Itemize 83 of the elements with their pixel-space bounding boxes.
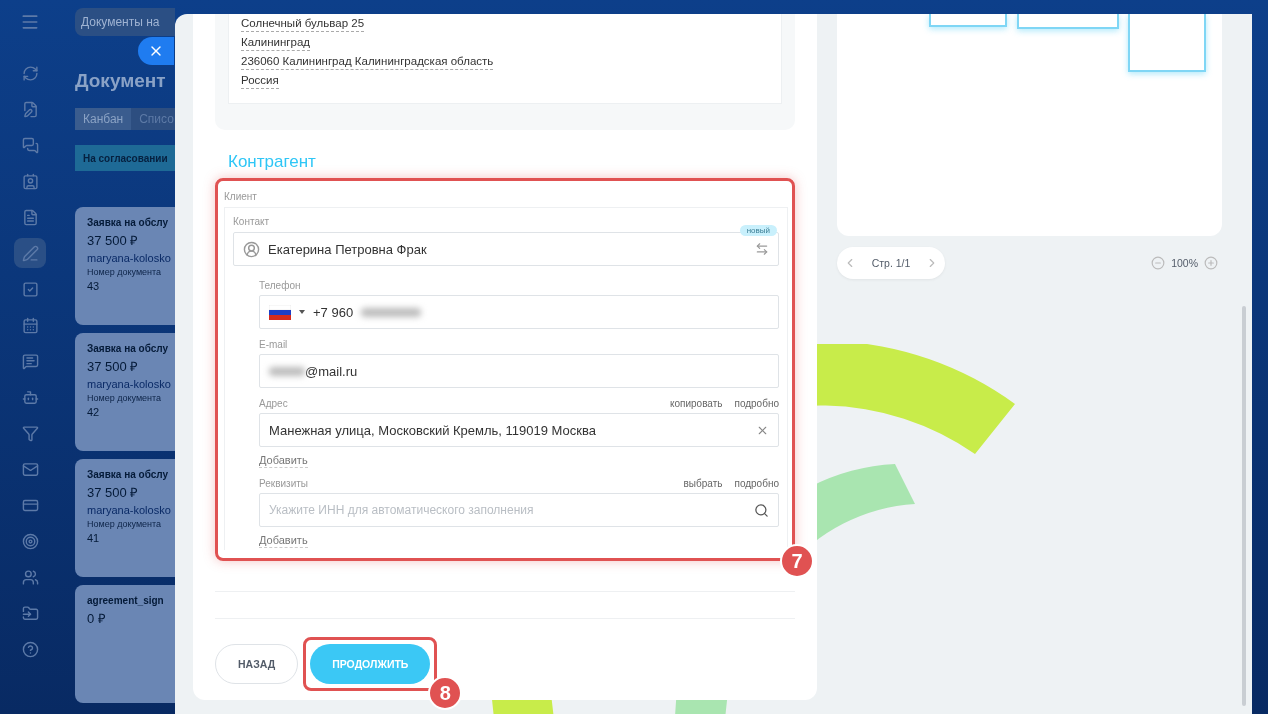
address-line: Калининград	[241, 35, 311, 51]
zoom-out-icon[interactable]	[1151, 256, 1166, 270]
card-title: agreement_sign	[87, 595, 164, 606]
step-marker: 8	[428, 676, 463, 710]
inn-placeholder: Укажите ИНН для автоматического заполнения	[269, 503, 535, 517]
email-value: @mail.ru	[305, 363, 358, 379]
contact-name: Екатерина Петровна Фрак	[268, 241, 427, 257]
kanban-card[interactable]: Заявка на обслу 37 500 ₽ maryana-kolosko Номер документа 41	[75, 459, 175, 577]
mail-icon	[21, 460, 39, 478]
new-badge: новый	[739, 225, 777, 236]
section-title: Контрагент	[228, 152, 317, 172]
card-title: Заявка на обслу	[87, 469, 169, 480]
page-indicator: Стр. 1/1	[871, 257, 911, 269]
phone-field[interactable]: +7 960	[259, 295, 779, 329]
card-number: 42	[87, 406, 100, 418]
back-button[interactable]: НАЗАД	[215, 644, 299, 684]
caret-icon	[299, 310, 305, 314]
address-line: Солнечный бульвар 25	[241, 16, 365, 32]
search-field[interactable]: Документы на	[75, 8, 175, 36]
kanban-card[interactable]: Заявка на обслу 37 500 ₽ maryana-kolosko Номер документа 42	[75, 333, 175, 451]
card-label: Номер документа	[87, 519, 162, 529]
pen-icon	[21, 244, 39, 262]
kanban-card[interactable]: agreement_sign 0 ₽	[75, 585, 175, 703]
folder-icon	[21, 604, 39, 622]
flag-icon	[269, 304, 291, 320]
contact-card-icon	[21, 172, 39, 190]
card-amount: 37 500 ₽	[87, 484, 139, 501]
avatar-icon	[243, 240, 260, 258]
card-amount: 0 ₽	[87, 610, 106, 627]
search-icon[interactable]	[754, 502, 769, 518]
field-link[interactable]: выбрать	[683, 478, 723, 489]
address-field[interactable]: Манежная улица, Московский Кремль, 119019 Москва	[259, 413, 779, 447]
calendar-icon	[21, 316, 39, 334]
card-user: maryana-kolosko	[87, 252, 171, 264]
zoom-level: 100%	[1171, 257, 1198, 269]
robot-icon	[21, 388, 39, 406]
document-edit-icon	[21, 100, 39, 118]
swap-icon[interactable]	[755, 242, 769, 256]
users-icon	[21, 568, 39, 586]
refresh-icon	[21, 64, 39, 82]
field-link[interactable]: подробно	[734, 398, 779, 409]
menu-icon[interactable]	[20, 12, 40, 32]
address-line: 236060 Калининград Калининградская область	[241, 54, 494, 70]
card-label: Номер документа	[87, 267, 162, 277]
add-link[interactable]: Добавить	[259, 453, 308, 468]
field-label: Телефон	[259, 280, 301, 291]
card-label: Номер документа	[87, 393, 162, 403]
field-label: Реквизиты	[259, 478, 308, 489]
step-marker: 7	[780, 544, 814, 578]
close-button[interactable]	[138, 37, 174, 65]
field-label: Контакт	[233, 216, 269, 227]
field-link[interactable]: копировать	[669, 398, 723, 409]
filter-icon	[21, 424, 39, 442]
field-link[interactable]: подробно	[734, 478, 779, 489]
view-tab[interactable]: Канбан	[75, 108, 132, 130]
checkbox-icon	[21, 280, 39, 298]
kanban-card[interactable]: Заявка на обслу 37 500 ₽ maryana-kolosko Номер документа 43	[75, 207, 175, 325]
card-number: 41	[87, 532, 100, 544]
address-value: Манежная улица, Московский Кремль, 119019 Москва	[269, 422, 596, 438]
page-title: Документ	[75, 70, 166, 92]
card-user: maryana-kolosko	[87, 378, 171, 390]
card-amount: 37 500 ₽	[87, 232, 139, 249]
message-icon	[21, 352, 39, 370]
document-icon	[21, 208, 39, 226]
chat-icon	[21, 136, 39, 154]
card-title: Заявка на обслу	[87, 217, 169, 228]
field-label: Адрес	[259, 398, 288, 409]
group-label: Клиент	[224, 191, 257, 202]
phone-value: +7 960	[313, 304, 354, 320]
column-header: На согласовании	[75, 145, 175, 171]
sidebar-item[interactable]	[14, 238, 46, 268]
address-line: Россия	[241, 73, 279, 89]
card-user: maryana-kolosko	[87, 504, 171, 516]
card-title: Заявка на обслу	[87, 343, 169, 354]
target-icon	[21, 532, 39, 550]
field-label: E-mail	[259, 339, 288, 350]
card-number: 43	[87, 280, 100, 292]
add-link[interactable]: Добавить	[259, 533, 308, 548]
card-amount: 37 500 ₽	[87, 358, 139, 375]
contact-field[interactable]: Екатерина Петровна Фрак	[233, 232, 779, 266]
help-icon	[21, 640, 39, 658]
email-field[interactable]: @mail.ru	[259, 354, 779, 388]
zoom-in-icon[interactable]	[1204, 256, 1218, 270]
